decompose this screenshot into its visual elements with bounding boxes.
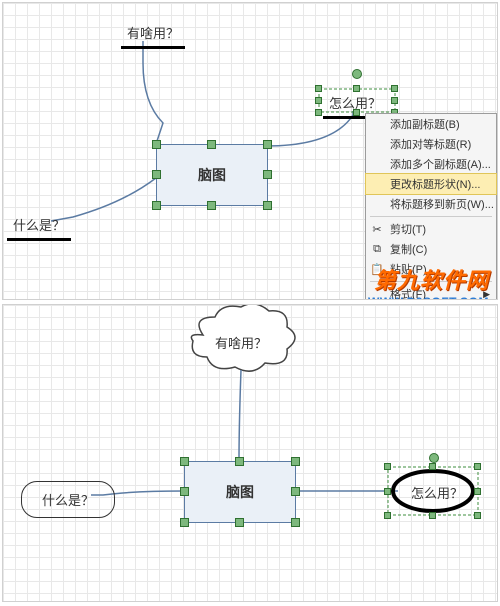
sel-handle[interactable] bbox=[263, 201, 272, 210]
sel-handle[interactable] bbox=[152, 201, 161, 210]
center-node[interactable]: 脑图 bbox=[156, 144, 268, 206]
menu-item-label: 添加对等标题(R) bbox=[390, 136, 471, 152]
sel-handle[interactable] bbox=[152, 140, 161, 149]
menu-item-label: 剪切(T) bbox=[390, 221, 426, 237]
rotation-handle[interactable] bbox=[352, 69, 362, 79]
menu-item[interactable]: 将标题移到新页(W)... bbox=[366, 194, 496, 214]
menu-item-label: 复制(C) bbox=[390, 241, 427, 257]
diagram-panel-1: 脑图 有啥用？ 怎么用？ 什么是？ 添加副标题(B)添加对等标题(R)添加多个副… bbox=[2, 2, 498, 300]
sel-handle[interactable] bbox=[291, 518, 300, 527]
center-node[interactable]: 脑图 bbox=[184, 461, 296, 523]
sel-handle[interactable] bbox=[263, 170, 272, 179]
center-node-label: 脑图 bbox=[226, 482, 254, 502]
topic-left-label: 什么是？ bbox=[13, 218, 65, 233]
sel-handle[interactable] bbox=[180, 518, 189, 527]
topic-left[interactable]: 什么是？ bbox=[7, 213, 71, 241]
sel-handle[interactable] bbox=[474, 488, 481, 495]
sel-handle[interactable] bbox=[353, 109, 360, 116]
sel-handle[interactable] bbox=[152, 170, 161, 179]
topic-top-label: 有啥用？ bbox=[215, 336, 267, 351]
diagram-panel-2: 脑图 有啥用？ 什么是？ 怎么用？ bbox=[2, 304, 498, 602]
sel-handle[interactable] bbox=[180, 457, 189, 466]
sel-handle[interactable] bbox=[180, 487, 189, 496]
sel-handle[interactable] bbox=[291, 457, 300, 466]
sel-handle[interactable] bbox=[235, 457, 244, 466]
sel-handle[interactable] bbox=[474, 512, 481, 519]
topic-left-label: 什么是？ bbox=[42, 493, 94, 508]
sel-handle[interactable] bbox=[315, 109, 322, 116]
sel-handle[interactable] bbox=[263, 140, 272, 149]
topic-right[interactable]: 怎么用？ bbox=[411, 483, 463, 502]
menu-separator bbox=[370, 216, 492, 217]
watermark-cn: 第九软件网 bbox=[368, 263, 489, 295]
menu-item[interactable]: 更改标题形状(N)... bbox=[365, 173, 497, 195]
menu-item[interactable]: 添加对等标题(R) bbox=[366, 134, 496, 154]
sel-handle[interactable] bbox=[384, 463, 391, 470]
watermark: 第九软件网 WWW.D9SOFT.COM bbox=[368, 263, 489, 300]
sel-handle[interactable] bbox=[315, 97, 322, 104]
topic-left[interactable]: 什么是？ bbox=[21, 481, 115, 518]
sel-handle[interactable] bbox=[207, 140, 216, 149]
sel-handle[interactable] bbox=[474, 463, 481, 470]
topic-top[interactable]: 有啥用？ bbox=[215, 333, 267, 352]
sel-handle[interactable] bbox=[235, 518, 244, 527]
rotation-handle[interactable] bbox=[429, 453, 439, 463]
sel-handle[interactable] bbox=[391, 85, 398, 92]
sel-handle[interactable] bbox=[384, 512, 391, 519]
topic-right-label: 怎么用？ bbox=[411, 486, 463, 501]
sel-handle[interactable] bbox=[384, 488, 391, 495]
sel-handle[interactable] bbox=[429, 512, 436, 519]
menu-item[interactable]: 添加副标题(B) bbox=[366, 114, 496, 134]
menu-item[interactable]: ⧉ 复制(C) bbox=[366, 239, 496, 259]
sel-handle[interactable] bbox=[291, 487, 300, 496]
sel-handle[interactable] bbox=[391, 97, 398, 104]
sel-handle[interactable] bbox=[353, 85, 360, 92]
topic-top[interactable]: 有啥用？ bbox=[121, 21, 185, 49]
menu-icon: ⧉ bbox=[370, 242, 384, 256]
menu-icon: ✂ bbox=[370, 222, 384, 236]
topic-top-label: 有啥用？ bbox=[127, 26, 179, 41]
sel-handle[interactable] bbox=[207, 201, 216, 210]
watermark-url: WWW.D9SOFT.COM bbox=[368, 295, 489, 300]
menu-item-label: 将标题移到新页(W)... bbox=[390, 196, 494, 212]
menu-item[interactable]: 添加多个副标题(A)... bbox=[366, 154, 496, 174]
menu-item[interactable]: ✂ 剪切(T) bbox=[366, 219, 496, 239]
sel-handle[interactable] bbox=[429, 463, 436, 470]
center-node-label: 脑图 bbox=[198, 165, 226, 185]
sel-handle[interactable] bbox=[315, 85, 322, 92]
menu-item-label: 更改标题形状(N)... bbox=[390, 176, 480, 192]
menu-item-label: 添加副标题(B) bbox=[390, 116, 460, 132]
menu-item-label: 添加多个副标题(A)... bbox=[390, 156, 491, 172]
